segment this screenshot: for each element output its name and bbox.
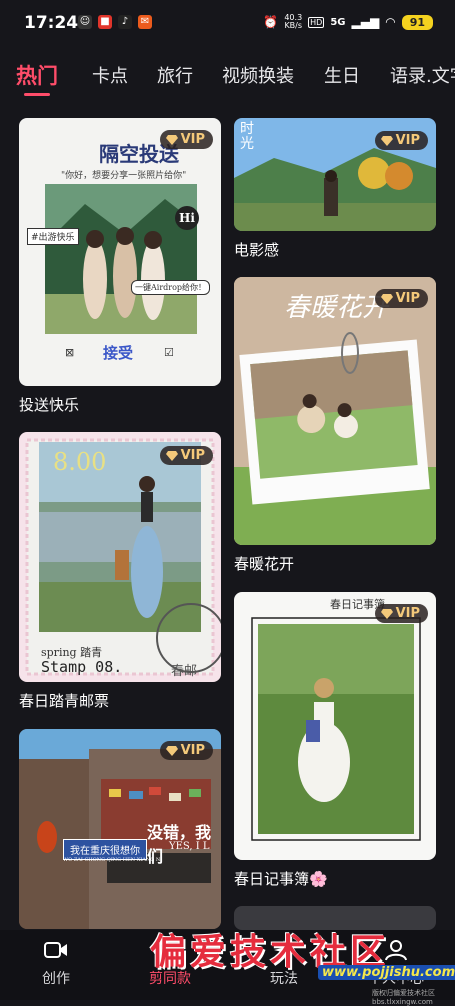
template-card-spring-stamp[interactable]: 8.00 spring 踏青 Stamp 08. 春邮 VIP 春日踏青邮票 [19,432,221,711]
airdrop-bubble: 一键Airdrop给你！ [131,280,211,295]
watermark-small-text: 版权归偏爱技术社区 bbs.tlxxingw.com [372,989,435,1006]
template-card-spring-journal[interactable]: 春日记事簿 VIP 春日记事簿🌸 [234,592,436,889]
template-thumbnail: 隔空投送 "你好，想要分享一张照片给你" #出游快乐 Hi 一键Airdrop给… [19,118,221,386]
wall-text-2: YES, I L [169,841,210,852]
diamond-icon [165,450,178,461]
template-card-cinematic[interactable]: 时光 VIP 电影感 [234,118,436,260]
app-notification-icon-2: ✉ [138,15,152,29]
template-card-airdrop[interactable]: 隔空投送 "你好，想要分享一张照片给你" #出游快乐 Hi 一键Airdrop给… [19,118,221,415]
tab-quotes-text[interactable]: 语录.文字 [390,62,455,88]
vip-badge: VIP [374,604,428,623]
hi-bubble: Hi [175,206,199,230]
status-indicators: ⏰ 40.3 KB/s HD 5G ▂▄▆ ◠ 91 [263,14,433,30]
photo-illustration [45,184,197,334]
network-speed: 40.3 KB/s [284,13,303,30]
template-thumbnail: 春日记事簿 VIP [234,592,436,860]
stamp-label: Stamp 08. [41,658,123,676]
diamond-icon [165,745,178,756]
vip-badge: VIP [159,130,213,149]
accept-label: 接受 [103,344,134,362]
tab-travel[interactable]: 旅行 [157,62,193,88]
tab-outfit-change[interactable]: 视频换装 [222,62,294,88]
vip-badge: VIP [159,446,213,465]
template-card-chongqing[interactable]: 我在重庆很想你 WO ZAI CHONG QING HEN XIANG NI 没… [19,729,221,929]
signal-label: 5G [330,16,346,28]
accept-check-icon: ☑ [164,346,174,359]
vip-badge: VIP [159,741,213,760]
card-subtext: "你好，想要分享一张照片给你" [61,171,187,181]
journal-photo [251,617,421,841]
tiktok-icon: ♪ [118,15,132,29]
card-title: 春日记事簿🌸 [234,870,328,888]
hd-icon: HD [308,16,325,28]
card-title: 春暖花开 [234,555,295,573]
battery-indicator: 91 [401,14,433,30]
postmark-label: 春邮 [171,664,198,679]
stamp-number: 8.00 [53,448,107,476]
template-thumbnail: 我在重庆很想你 WO ZAI CHONG QING HEN XIANG NI 没… [19,729,221,929]
diamond-icon [165,134,178,145]
category-tabs: 热门 卡点 旅行 视频换装 生日 语录.文字 [0,62,455,102]
wechat-icon: ☺ [78,15,92,29]
diamond-icon [380,135,393,146]
tab-birthday[interactable]: 生日 [324,62,360,88]
status-app-icons: ☺ ■ ♪ ✉ [78,15,152,29]
vip-badge: VIP [374,131,428,150]
template-thumbnail: 时光 VIP [234,118,436,231]
video-camera-icon [44,942,67,958]
active-tab-indicator [24,93,50,96]
tag-label: #出游快乐 [27,228,79,245]
tab-beat[interactable]: 卡点 [92,62,128,88]
overlay-text: 时光 [240,121,254,152]
wifi-icon: ◠ [385,15,396,29]
card-title: 投送快乐 [19,396,80,414]
card-title: 电影感 [234,241,280,259]
card-title: 春日踏青邮票 [19,692,110,710]
app-notification-icon: ■ [98,15,112,29]
template-card-spring-blossom[interactable]: 春暖花开 VIP 春暖花开 [234,277,436,574]
template-thumbnail: 春暖花开 VIP [234,277,436,545]
overlay-text: 春暖花开 [284,293,389,323]
tab-hot[interactable]: 热门 [16,62,58,90]
signal-bars-icon: ▂▄▆ [351,15,380,29]
status-time: 17:24 [24,13,79,33]
vip-badge: VIP [374,289,428,308]
template-thumbnail: 8.00 spring 踏青 Stamp 08. 春邮 VIP [19,432,221,682]
diamond-icon [380,293,393,304]
nav-create[interactable]: 创作 [16,938,96,988]
alarm-icon: ⏰ [263,15,279,29]
diamond-icon [380,608,393,619]
watermark-url: www.pojjishu.com [318,965,455,980]
decline-icon: ⊠ [65,346,75,359]
status-bar: 17:24 ☺ ■ ♪ ✉ ⏰ 40.3 KB/s HD 5G ▂▄▆ ◠ 91 [0,0,455,46]
